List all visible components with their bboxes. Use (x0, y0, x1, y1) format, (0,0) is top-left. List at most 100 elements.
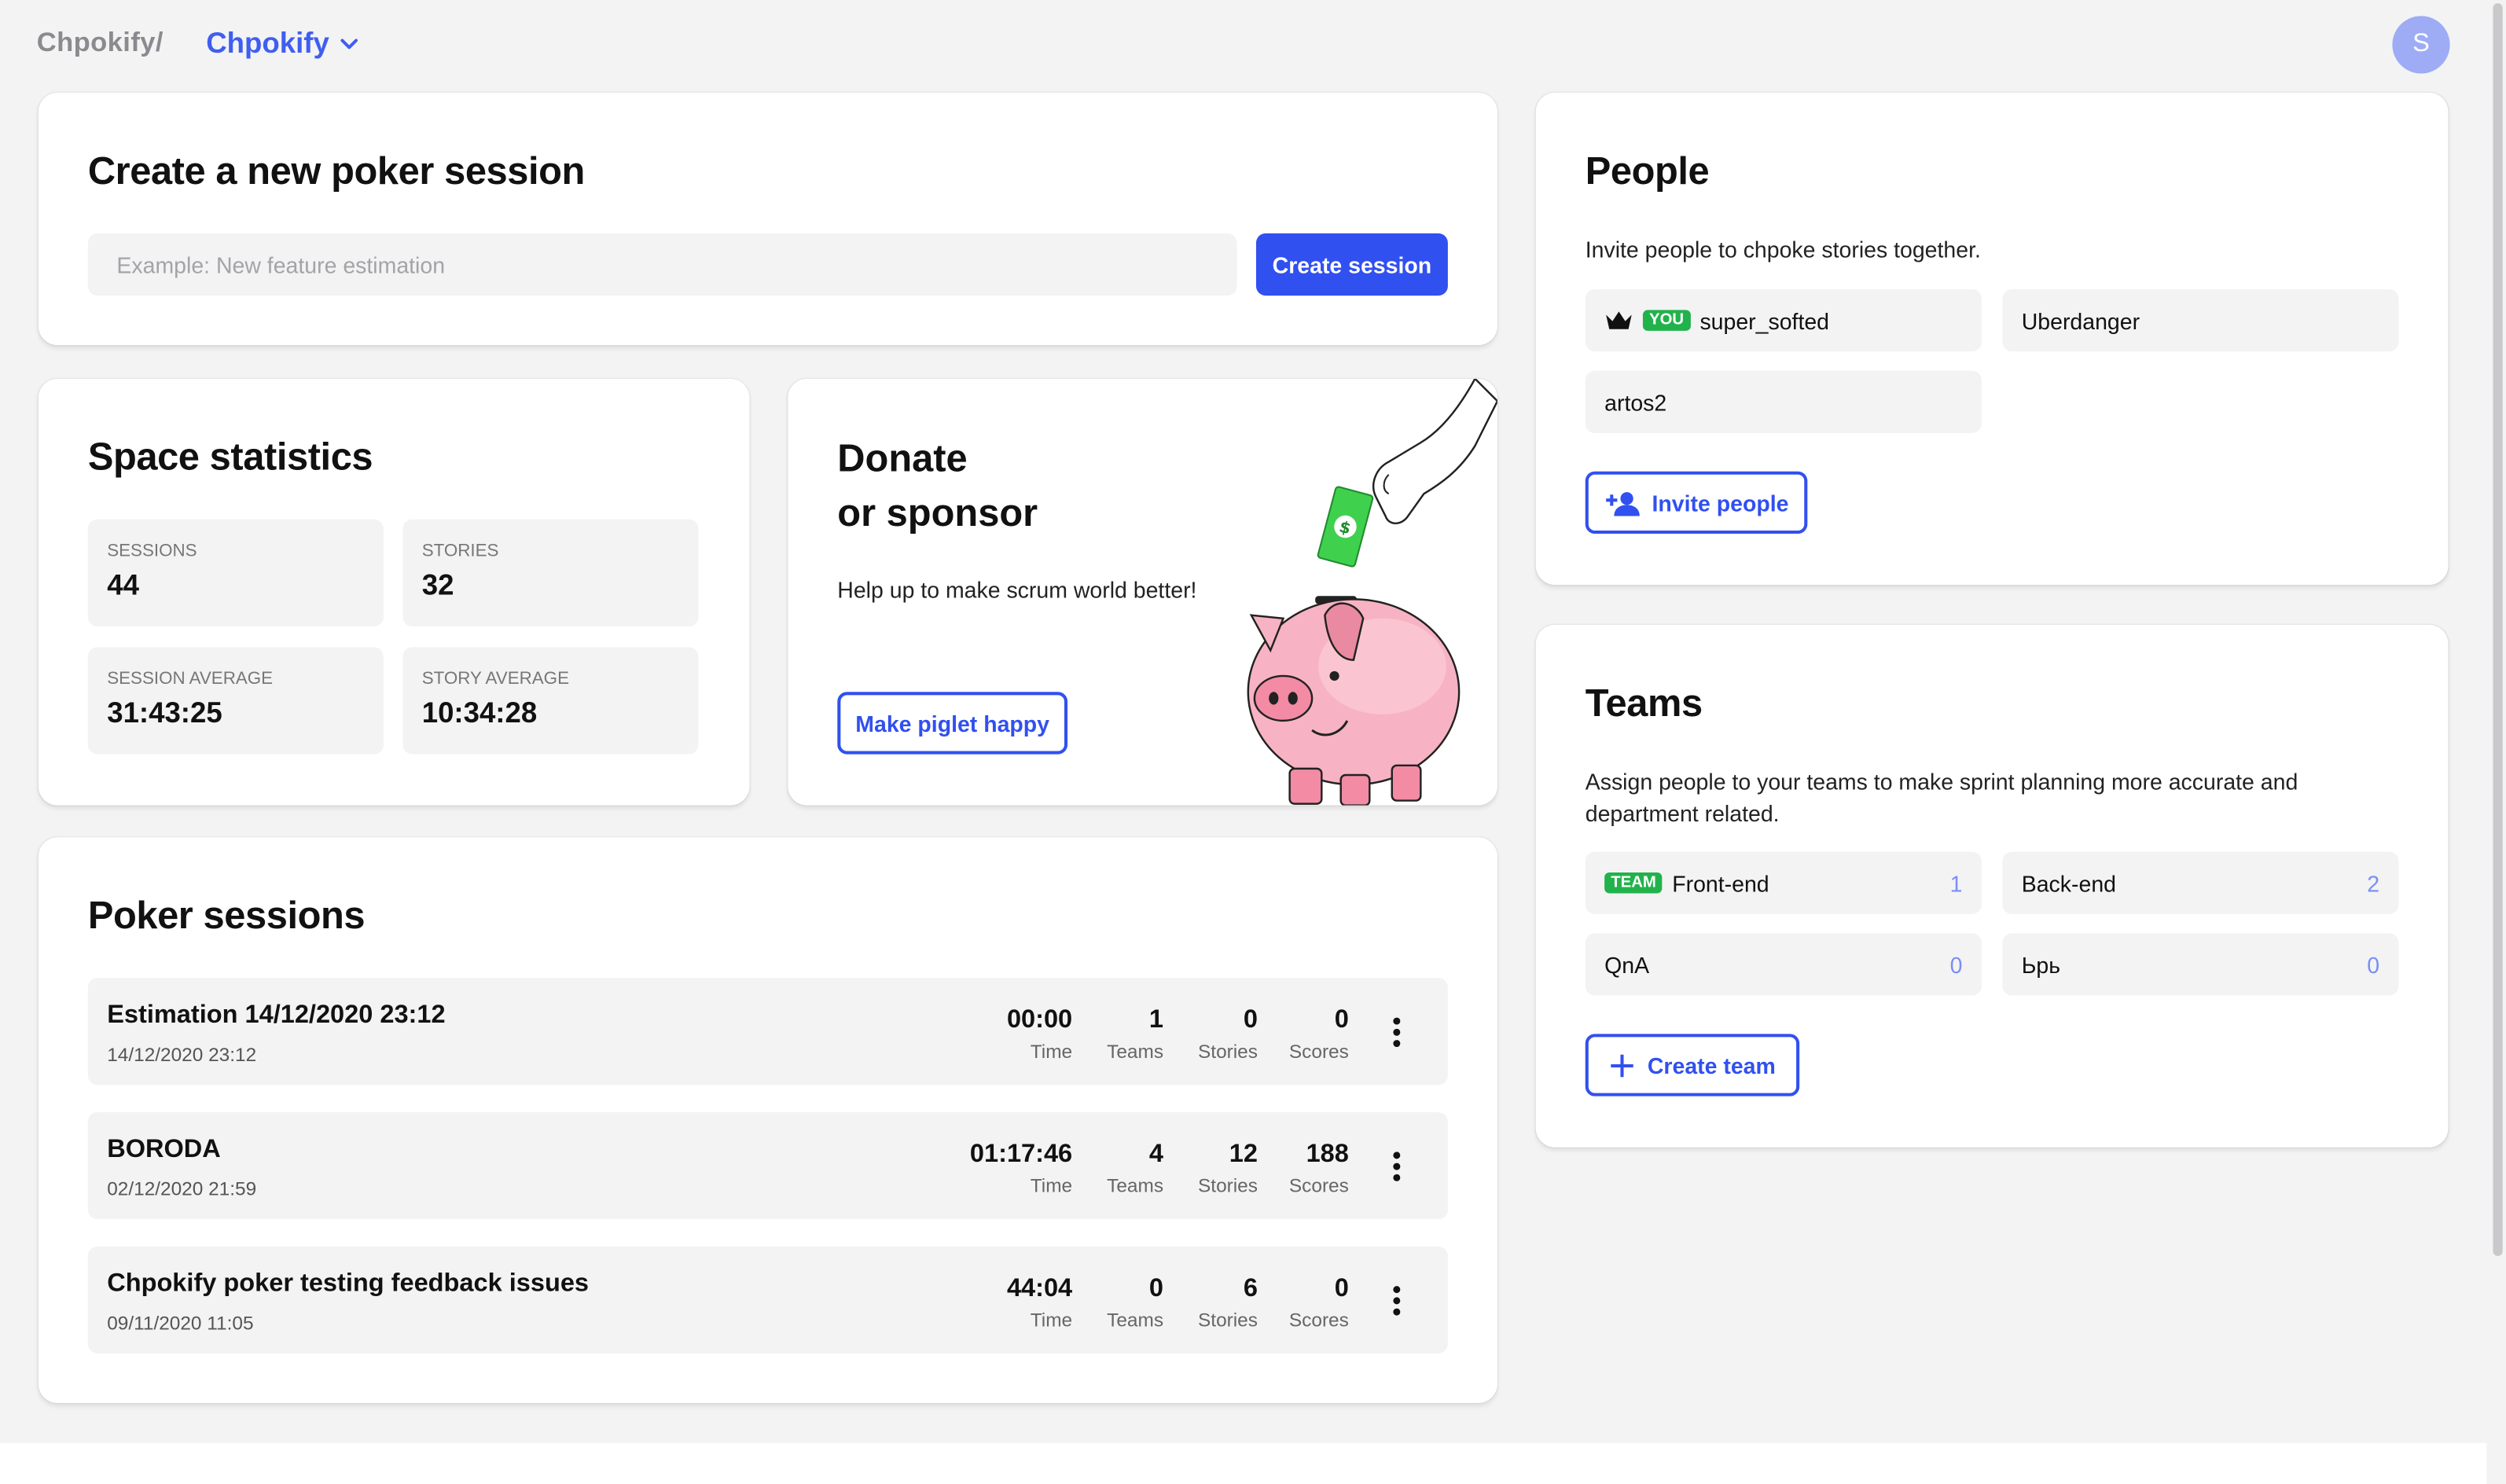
team-member-count: 0 (1949, 951, 1963, 978)
people-card: People Invite people to chpoke stories t… (1535, 92, 2449, 586)
session-scores: 188 Scores (1289, 1141, 1349, 1197)
team-member-count: 1 (1949, 869, 1963, 896)
team-name: Back-end (2021, 869, 2117, 896)
more-options-icon[interactable] (1386, 1013, 1408, 1052)
create-session-button[interactable]: Create session (1255, 233, 1448, 296)
scores-label: Scores (1288, 1309, 1349, 1332)
invite-people-label: Invite people (1652, 490, 1789, 516)
stat-sessions: SESSIONS 44 (87, 519, 384, 626)
member-chip[interactable]: artos2 (1585, 370, 1982, 433)
team-chip[interactable]: TEAM Front-end 1 (1585, 851, 1982, 914)
stat-label: STORY AVERAGE (421, 669, 570, 689)
poker-sessions-title: Poker sessions (87, 894, 366, 939)
stories-label: Stories (1198, 1040, 1258, 1063)
donate-description: Help up to make scrum world better! (837, 576, 1197, 603)
session-date: 02/12/2020 21:59 (107, 1177, 257, 1200)
team-member-count: 2 (2367, 869, 2380, 896)
session-teams: 0 Teams (1107, 1275, 1163, 1331)
time-value: 00:00 (1006, 1006, 1073, 1034)
session-date: 14/12/2020 23:12 (107, 1043, 257, 1067)
stat-stories: STORIES 32 (402, 519, 699, 626)
scrollbar-thumb[interactable] (2493, 3, 2503, 1256)
footer-area (0, 1442, 2487, 1484)
session-teams: 4 Teams (1107, 1141, 1163, 1197)
teams-title: Teams (1585, 682, 1703, 725)
session-row[interactable]: Chpokify poker testing feedback issues 0… (87, 1246, 1448, 1354)
session-title[interactable]: BORODA (107, 1136, 221, 1165)
time-value: 01:17:46 (969, 1141, 1073, 1169)
team-name: Front-end (1672, 869, 1769, 896)
session-stories: 0 Stories (1198, 1007, 1258, 1063)
member-name: Uberdanger (2021, 307, 2140, 333)
teams-label: Teams (1107, 1174, 1164, 1197)
invite-people-button[interactable]: Invite people (1585, 471, 1808, 534)
member-name: artos2 (1604, 389, 1667, 415)
create-session-title: Create a new poker session (87, 150, 586, 193)
team-chip[interactable]: Back-end 2 (2002, 851, 2399, 914)
time-label: Time (1030, 1309, 1073, 1332)
session-title[interactable]: Estimation 14/12/2020 23:12 (107, 1002, 445, 1031)
session-row[interactable]: BORODA 02/12/2020 21:59 01:17:46 Time 4 Te… (87, 1111, 1448, 1220)
scores-label: Scores (1288, 1040, 1349, 1063)
stories-label: Stories (1198, 1174, 1258, 1197)
statistics-title: Space statistics (87, 436, 373, 479)
scores-value: 0 (1334, 1006, 1349, 1034)
stories-value: 12 (1229, 1141, 1258, 1169)
donate-title-line1: Donate (837, 438, 968, 481)
plus-icon (1611, 1053, 1633, 1077)
crown-icon (1606, 310, 1632, 329)
stat-session-average: SESSION AVERAGE 31:43:25 (87, 647, 384, 755)
team-chip[interactable]: QnA 0 (1585, 933, 1982, 996)
stat-label: SESSION AVERAGE (107, 669, 274, 689)
session-title[interactable]: Chpokify poker testing feedback issues (107, 1270, 589, 1299)
create-team-label: Create team (1647, 1052, 1776, 1078)
time-label: Time (1030, 1040, 1073, 1063)
team-name: QnA (1604, 951, 1650, 978)
session-teams: 1 Teams (1107, 1007, 1163, 1063)
poker-sessions-card: Poker sessions Estimation 14/12/2020 23:… (38, 837, 1497, 1403)
brand-logo[interactable]: Chpokify/ (37, 28, 164, 60)
session-time: 01:17:46 Time (970, 1141, 1072, 1197)
member-chip[interactable]: YOU super_softed (1585, 288, 1982, 352)
session-name-input[interactable] (87, 233, 1237, 296)
piggy-bank-illustration: $ (1247, 378, 1497, 806)
session-scores: 0 Scores (1289, 1275, 1349, 1331)
teams-value: 4 (1148, 1141, 1164, 1169)
stories-value: 6 (1243, 1275, 1258, 1302)
people-title: People (1585, 150, 1710, 193)
team-name: Ьрь (2021, 951, 2061, 978)
session-scores: 0 Scores (1289, 1007, 1349, 1063)
donate-title-line2: or sponsor (837, 492, 1038, 536)
create-session-card: Create a new poker session Create sessio… (38, 92, 1497, 346)
add-user-icon (1605, 491, 1640, 516)
create-team-button[interactable]: Create team (1585, 1034, 1800, 1096)
session-stories: 6 Stories (1198, 1275, 1258, 1331)
stat-value: 10:34:28 (421, 696, 538, 729)
workspace-switcher[interactable]: Chpokify (206, 28, 359, 61)
time-label: Time (1030, 1174, 1073, 1197)
member-name: super_softed (1699, 307, 1830, 333)
space-statistics-card: Space statistics SESSIONS 44 STORIES 32 … (38, 378, 750, 806)
teams-value: 0 (1148, 1275, 1164, 1302)
make-piglet-happy-button[interactable]: Make piglet happy (837, 692, 1068, 755)
donate-title: Donate or sponsor (837, 433, 1038, 542)
teams-label: Teams (1107, 1309, 1164, 1332)
scores-value: 0 (1334, 1275, 1349, 1302)
more-options-icon[interactable] (1386, 1148, 1408, 1186)
more-options-icon[interactable] (1386, 1281, 1408, 1320)
stat-label: STORIES (421, 542, 499, 561)
member-chip[interactable]: Uberdanger (2002, 288, 2399, 352)
session-row[interactable]: Estimation 14/12/2020 23:12 14/12/2020 2… (87, 978, 1448, 1085)
people-description: Invite people to chpoke stories together… (1585, 236, 1981, 263)
stories-label: Stories (1198, 1309, 1258, 1332)
team-tag: TEAM (1604, 872, 1663, 894)
team-chip[interactable]: Ьрь 0 (2002, 933, 2399, 996)
stat-value: 31:43:25 (107, 696, 222, 729)
session-time: 00:00 Time (1007, 1007, 1072, 1063)
teams-label: Teams (1107, 1040, 1164, 1063)
you-tag: YOU (1642, 310, 1691, 331)
teams-description: Assign people to your teams to make spri… (1585, 768, 2298, 827)
stories-value: 0 (1243, 1006, 1258, 1034)
user-avatar[interactable]: S (2392, 16, 2450, 74)
time-value: 44:04 (1006, 1275, 1073, 1302)
